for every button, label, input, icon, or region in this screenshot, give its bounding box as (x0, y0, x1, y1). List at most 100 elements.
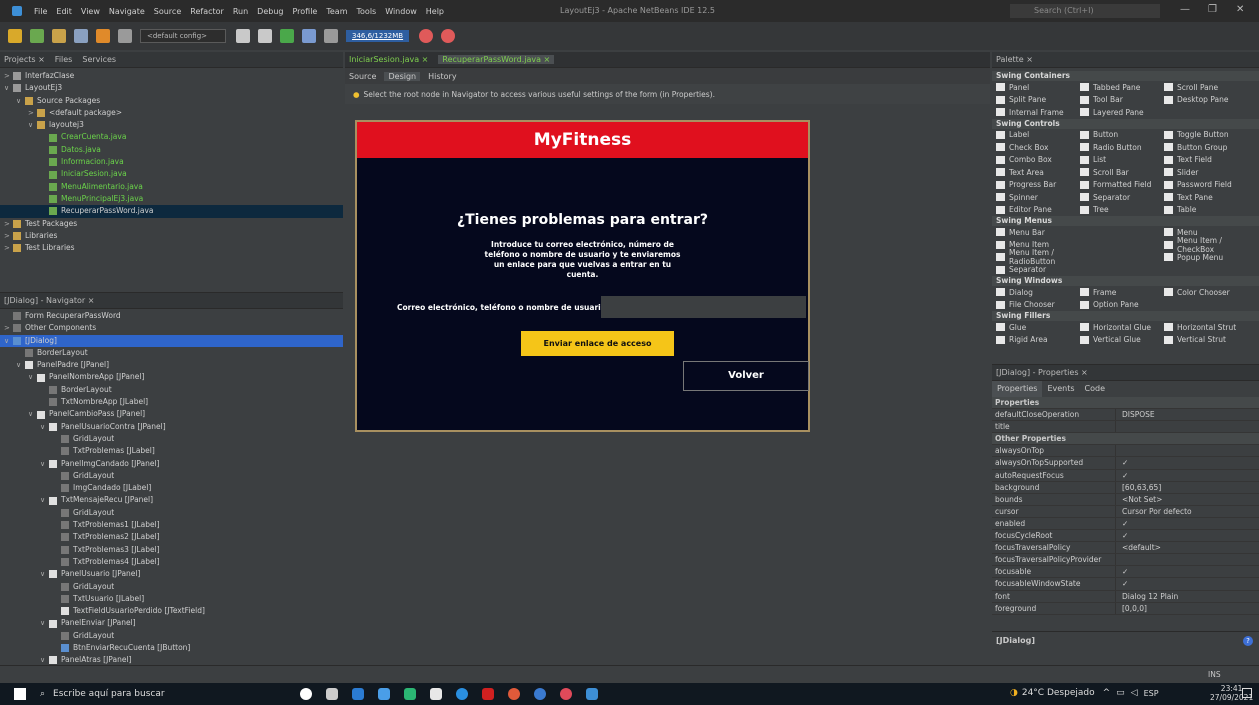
menu-navigate[interactable]: Navigate (109, 7, 145, 16)
property-row[interactable]: foreground [0,0,0] (992, 602, 1259, 615)
property-group-header[interactable]: Properties (992, 397, 1259, 410)
navigator-title[interactable]: [JDialog] - Navigator × (4, 296, 94, 305)
palette-item[interactable]: Combo Box (992, 155, 1076, 164)
navigator-tree-row[interactable]: TxtProblemas2 [JLabel] (0, 531, 343, 543)
property-row[interactable]: font Dialog 12 Plain (992, 590, 1259, 603)
palette-item[interactable]: Option Pane (1076, 300, 1160, 309)
palette-item[interactable]: Tree (1076, 205, 1160, 214)
expand-arrow-icon[interactable]: ∨ (40, 617, 49, 629)
palette-item[interactable]: Editor Pane (992, 205, 1076, 214)
palette-item[interactable]: Separator (992, 265, 1076, 274)
expand-arrow-icon[interactable]: ∨ (28, 371, 37, 383)
navigator-tree-row[interactable]: GridLayout (0, 433, 343, 445)
notifications-icon[interactable] (1242, 688, 1252, 698)
palette-item[interactable]: Layered Pane (1076, 108, 1160, 117)
property-value[interactable]: <Not Set> (1116, 494, 1259, 505)
tab-code[interactable]: Code (1080, 381, 1110, 397)
palette-item[interactable]: Button (1076, 130, 1160, 139)
volume-icon[interactable]: ◁ (1131, 688, 1138, 698)
palette-item[interactable]: Menu Item / RadioButton (992, 248, 1076, 266)
property-row[interactable]: alwaysOnTop (992, 445, 1259, 458)
windows-start-icon[interactable] (14, 688, 26, 700)
palette-item[interactable]: Vertical Glue (1076, 335, 1160, 344)
palette-item[interactable]: File Chooser (992, 300, 1076, 309)
projects-tree-row[interactable]: ∨ LayoutEj3 (0, 82, 343, 94)
navigator-tree-row[interactable]: ∨ PanelCambioPass [JPanel] (0, 408, 343, 420)
palette-item[interactable]: Password Field (1160, 180, 1244, 189)
projects-tree-row[interactable]: Datos.java (0, 144, 343, 156)
history-view-button[interactable]: History (428, 72, 456, 81)
navigator-tree-row[interactable]: GridLayout (0, 581, 343, 593)
expand-arrow-icon[interactable]: ∨ (40, 421, 49, 433)
help-icon[interactable]: ? (1243, 636, 1253, 646)
chrome-icon[interactable] (508, 688, 520, 700)
palette-group-header[interactable]: Swing Fillers (992, 311, 1259, 321)
task-view-icon[interactable] (326, 688, 338, 700)
palette-item[interactable]: Toggle Button (1160, 130, 1244, 139)
projects-tree-row[interactable]: ∨ layoutej3 (0, 119, 343, 131)
back-button[interactable]: Volver (683, 361, 809, 391)
property-row[interactable]: enabled ✓ (992, 517, 1259, 531)
netbeans-task-icon[interactable] (586, 688, 598, 700)
navigator-tree-row[interactable]: TxtProblemas [JLabel] (0, 445, 343, 457)
expand-arrow-icon[interactable]: > (28, 107, 37, 119)
palette-item[interactable]: Dialog (992, 288, 1076, 297)
expand-arrow-icon[interactable]: ∨ (40, 494, 49, 506)
menu-file[interactable]: File (34, 7, 47, 16)
property-value[interactable]: Cursor Por defecto (1116, 506, 1259, 517)
palette-item[interactable]: Vertical Strut (1160, 335, 1244, 344)
app-red-icon[interactable] (482, 688, 494, 700)
expand-arrow-icon[interactable]: ∨ (40, 458, 49, 470)
navigator-tree-row[interactable]: BorderLayout (0, 384, 343, 396)
expand-arrow-icon[interactable]: > (4, 242, 13, 254)
palette-item[interactable]: Tool Bar (1076, 95, 1160, 104)
save-all-icon[interactable] (74, 29, 88, 43)
navigator-tree-row[interactable]: ∨ PanelNombreApp [JPanel] (0, 371, 343, 383)
palette-item[interactable]: Horizontal Glue (1076, 323, 1160, 332)
projects-tree-row[interactable]: > Libraries (0, 230, 343, 242)
xbox-icon[interactable] (430, 688, 442, 700)
new-project-icon[interactable] (30, 29, 44, 43)
palette-item[interactable]: Table (1160, 205, 1244, 214)
minimize-icon[interactable]: — (1180, 4, 1190, 15)
palette-item[interactable]: Radio Button (1076, 143, 1160, 152)
navigator-tree-row[interactable]: Form RecuperarPassWord (0, 310, 343, 322)
projects-tree-row[interactable]: > Test Packages (0, 218, 343, 230)
property-value[interactable]: [0,0,0] (1116, 603, 1259, 614)
expand-arrow-icon[interactable]: > (4, 322, 13, 334)
palette-item[interactable]: Spinner (992, 193, 1076, 202)
clean-build-icon[interactable] (258, 29, 273, 43)
property-row[interactable]: background [60,63,65] (992, 481, 1259, 494)
navigator-tree-row[interactable]: TextFieldUsuarioPerdido [JTextField] (0, 605, 343, 617)
navigator-tree-row[interactable]: > Other Components (0, 322, 343, 334)
palette-group-header[interactable]: Swing Controls (992, 118, 1259, 129)
app-icon[interactable] (404, 688, 416, 700)
palette-item[interactable]: Progress Bar (992, 180, 1076, 189)
properties-title[interactable]: [JDialog] - Properties × (996, 368, 1088, 377)
palette-item[interactable]: Button Group (1160, 143, 1244, 152)
navigator-tree-row[interactable]: BorderLayout (0, 347, 343, 359)
palette-item[interactable]: Panel (992, 83, 1076, 92)
palette-item[interactable]: Menu Item / CheckBox (1160, 236, 1244, 254)
config-select[interactable]: <default config> (140, 29, 227, 43)
property-value[interactable]: <default> (1116, 542, 1259, 553)
navigator-tree-row[interactable]: TxtProblemas1 [JLabel] (0, 519, 343, 531)
navigator-tree-row[interactable]: ∨ PanelUsuarioContra [JPanel] (0, 421, 343, 433)
menu-profile[interactable]: Profile (292, 7, 317, 16)
memory-indicator[interactable]: 346,6/1232MB (346, 30, 410, 42)
expand-arrow-icon[interactable]: ∨ (4, 335, 13, 347)
tray-chevron-icon[interactable]: ^ (1103, 688, 1111, 698)
menu-help[interactable]: Help (426, 7, 444, 16)
projects-tree-row[interactable]: CrearCuenta.java (0, 131, 343, 143)
palette-item[interactable]: Label (992, 130, 1076, 139)
tab-files[interactable]: Files (55, 55, 73, 64)
palette-group-header[interactable]: Swing Menus (992, 216, 1259, 226)
property-row[interactable]: focusTraversalPolicy <default> (992, 542, 1259, 555)
network-icon[interactable]: ▭ (1116, 688, 1125, 698)
property-value[interactable] (1116, 554, 1259, 565)
menu-view[interactable]: View (81, 7, 100, 16)
navigator-tree-row[interactable]: ∨ [JDialog] (0, 334, 343, 347)
expand-arrow-icon[interactable]: ∨ (40, 568, 49, 580)
profile-icon[interactable] (324, 29, 339, 43)
palette-item[interactable]: Check Box (992, 143, 1076, 152)
